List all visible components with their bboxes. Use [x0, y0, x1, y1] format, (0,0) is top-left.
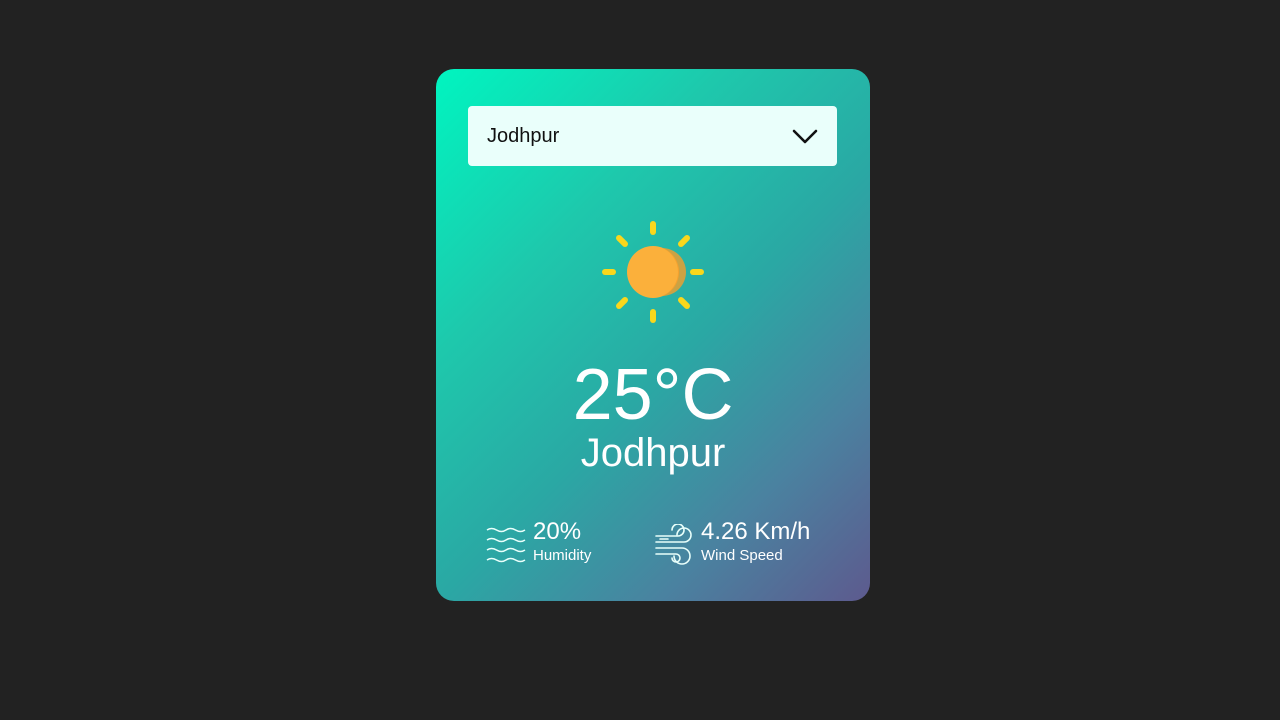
- humidity-value: 20%: [533, 518, 582, 545]
- temperature-value: 25°C: [572, 355, 734, 435]
- city-select-dropdown[interactable]: Jodhpur: [468, 106, 837, 166]
- city-name: Jodhpur: [580, 431, 726, 475]
- humidity-stat: 20% Humidity: [486, 519, 591, 566]
- wind-speed-stat: 4.26 Km/h Wind Speed: [654, 519, 810, 566]
- sun-icon: [602, 221, 704, 323]
- wind-icon: [655, 524, 692, 565]
- wind-speed-label: Wind Speed: [701, 547, 783, 564]
- humidity-label: Humidity: [533, 547, 592, 564]
- humidity-waves-icon: [486, 527, 526, 563]
- humidity-text: 20% Humidity: [533, 519, 591, 565]
- selected-city-value: Jodhpur: [487, 124, 560, 147]
- wind-speed-value: 4.26 Km/h: [701, 518, 811, 545]
- weather-card: Jodhpur 25°C Jodhpur 20% Humidity 4.26 K…: [436, 69, 870, 601]
- wind-text: 4.26 Km/h Wind Speed: [701, 519, 810, 565]
- chevron-down-icon: [792, 129, 818, 144]
